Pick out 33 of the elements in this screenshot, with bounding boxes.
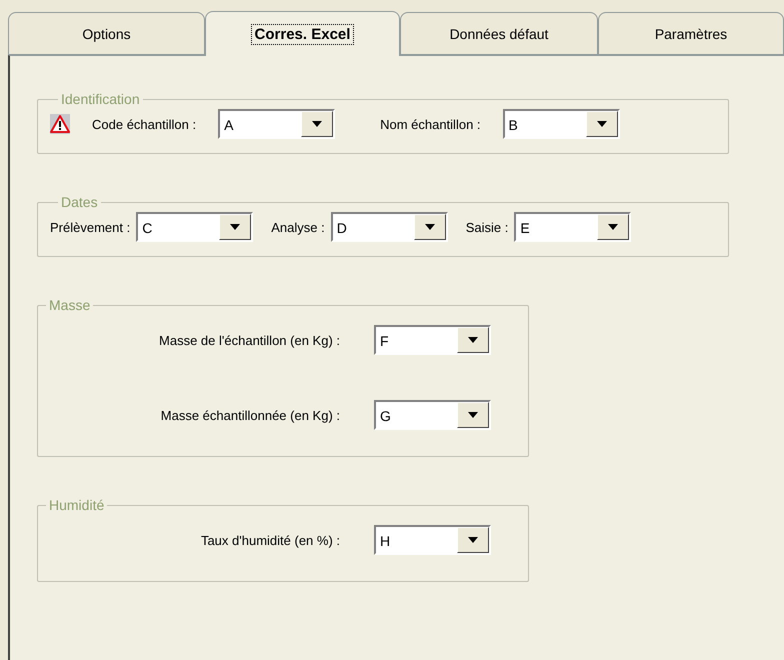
warning-icon [50,114,70,134]
dropdown-field[interactable]: F [374,325,491,355]
group-title: Masse [48,297,92,313]
tab[interactable]: Données défaut [400,12,598,55]
field-label: Prélèvement : [50,220,130,234]
group-title: Dates [60,194,99,210]
caret-icon [468,537,478,543]
field-label: Masse échantillonnée (en Kg) : [160,408,340,422]
caret-icon [596,121,607,127]
dropdown-field[interactable]: D [330,212,448,242]
dropdown-field[interactable]: E [514,212,632,242]
dropdown-field[interactable]: A [218,109,336,139]
field-label: Masse de l'échantillon (en Kg) : [158,332,340,348]
caret-icon [468,337,478,343]
caret-icon [424,224,435,230]
group-title: Humidité [48,497,106,513]
field-label: Saisie : [466,220,508,234]
group-title: Identification [60,91,141,107]
field-label: Taux d'humidité (en %) : [200,532,340,548]
field-label: Nom échantillon : [380,116,481,132]
dropdown-field[interactable]: H [374,525,491,555]
caret-icon [608,224,618,230]
tab[interactable]: Paramètres [598,12,784,55]
caret-icon [312,121,322,127]
field-label: Analyse : [271,220,325,234]
dropdown-field[interactable]: B [502,109,620,139]
dropdown-field[interactable]: C [136,212,254,242]
caret-icon [230,224,240,230]
tab[interactable]: Options [8,12,205,55]
field-label: Code échantillon : [92,116,196,132]
caret-icon [468,412,478,418]
dropdown-field[interactable]: G [374,400,491,430]
tab[interactable]: Corres. Excel [205,11,400,56]
